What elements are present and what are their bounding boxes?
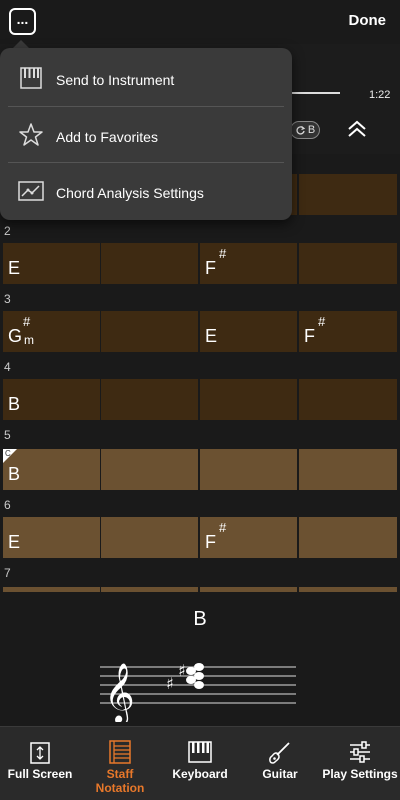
chord-root: F: [205, 258, 216, 278]
tab-full-screen[interactable]: Full Screen: [2, 727, 78, 800]
keyboard-icon: [188, 741, 212, 763]
treble-clef-icon: 𝄞: [104, 663, 135, 722]
chord-root: B: [8, 394, 21, 414]
guitar-icon: [269, 742, 290, 764]
chord-cell[interactable]: [101, 311, 198, 352]
done-button[interactable]: Done: [349, 12, 387, 29]
sharp-icon: ♯: [178, 661, 186, 680]
chord-cell[interactable]: [101, 517, 198, 558]
sliders-icon: [350, 741, 370, 763]
bar-number: 5: [4, 428, 11, 442]
chord-cell[interactable]: [101, 243, 198, 284]
collapse-icon[interactable]: [344, 116, 370, 142]
menu-caret: [13, 40, 29, 48]
menu-item-label: Chord Analysis Settings: [56, 185, 204, 201]
chord-sharp: #: [219, 246, 227, 261]
playback-time: 1:22: [369, 89, 391, 101]
fullscreen-icon: [30, 742, 50, 764]
more-button[interactable]: ...: [9, 8, 36, 35]
chord-display: B 𝄞 ♯ ♯: [0, 592, 400, 726]
menu-item-chord-analysis-settings[interactable]: Chord Analysis Settings: [0, 163, 292, 219]
chord-cell[interactable]: E: [200, 311, 297, 352]
bar-number: 2: [4, 224, 11, 238]
tab-guitar[interactable]: Guitar: [242, 727, 318, 800]
bottom-tab-bar: Full Screen Staff Notation Keyboard Guit…: [0, 726, 400, 800]
chord-cell[interactable]: E: [3, 243, 100, 284]
chord-sharp: #: [318, 314, 326, 329]
menu-item-send-to-instrument[interactable]: Send to Instrument: [0, 50, 292, 106]
ab-repeat-label: B: [307, 124, 316, 136]
chord-cell[interactable]: G # m: [3, 311, 100, 352]
chord-root: G: [8, 326, 23, 346]
star-icon: [19, 123, 43, 146]
chord-cell[interactable]: [299, 174, 397, 215]
instrument-icon: [20, 67, 42, 89]
tab-label: Guitar: [262, 767, 298, 781]
chord-cell[interactable]: B: [3, 379, 100, 420]
chord-cell[interactable]: [200, 379, 297, 420]
chart-settings-icon: [18, 181, 44, 201]
chord-cell[interactable]: [299, 449, 397, 490]
chord-cell[interactable]: [299, 379, 397, 420]
chord-cell[interactable]: [200, 449, 297, 490]
ab-repeat-button[interactable]: B: [290, 121, 320, 139]
current-chord-name: B: [193, 608, 207, 630]
chord-cell[interactable]: F #: [200, 517, 297, 558]
staff-notation-icon: [109, 740, 131, 764]
chord-sharp: #: [219, 520, 227, 535]
tab-play-settings[interactable]: Play Settings: [320, 727, 400, 800]
more-menu: Send to Instrument Add to Favorites Chor…: [0, 48, 292, 220]
chord-cell[interactable]: E: [3, 517, 100, 558]
menu-item-add-to-favorites[interactable]: Add to Favorites: [0, 107, 292, 163]
chord-quality: m: [24, 333, 34, 347]
chord-cell[interactable]: F #: [299, 311, 397, 352]
chord-root: E: [205, 326, 218, 346]
chord-cell[interactable]: [101, 379, 198, 420]
tab-label: Staff Notation: [95, 767, 145, 795]
chord-cell[interactable]: C B: [3, 449, 100, 490]
tab-keyboard[interactable]: Keyboard: [162, 727, 238, 800]
chord-root: F: [205, 532, 216, 552]
top-bar: ... Done: [0, 0, 400, 44]
chord-root: B: [8, 464, 21, 484]
bar-number: 4: [4, 360, 11, 374]
bar-number: 6: [4, 498, 11, 512]
chord-root: E: [8, 258, 21, 278]
chord-root: E: [8, 532, 21, 552]
sharp-icon: ♯: [166, 674, 174, 693]
menu-item-label: Add to Favorites: [56, 129, 158, 145]
section-marker-label: C: [5, 449, 11, 458]
bar-number: 7: [4, 566, 11, 580]
chord-cell[interactable]: [299, 243, 397, 284]
tab-label: Play Settings: [322, 767, 398, 781]
chord-cell[interactable]: [299, 517, 397, 558]
repeat-icon: [296, 125, 306, 135]
menu-item-label: Send to Instrument: [56, 72, 175, 88]
tab-staff-notation[interactable]: Staff Notation: [82, 727, 158, 800]
chord-sharp: #: [23, 314, 31, 329]
staff-notation: 𝄞 ♯ ♯: [100, 661, 296, 722]
tab-label: Full Screen: [7, 767, 73, 781]
chord-cell[interactable]: [101, 449, 198, 490]
more-icon: ...: [16, 10, 29, 27]
tab-label: Keyboard: [172, 767, 228, 781]
bar-number: 3: [4, 292, 11, 306]
chord-root: F: [304, 326, 315, 346]
chord-cell[interactable]: F #: [200, 243, 297, 284]
